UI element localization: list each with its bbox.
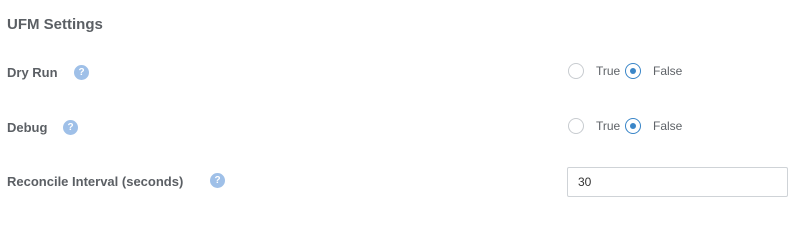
setting-row-dry-run: Dry Run ? True False [0, 62, 798, 92]
dry-run-false-radio[interactable] [625, 63, 641, 79]
debug-true-label: True [596, 119, 621, 133]
setting-row-debug: Debug ? True False [0, 117, 798, 147]
dry-run-label: Dry Run [7, 65, 58, 80]
debug-help-icon[interactable]: ? [63, 120, 78, 135]
debug-false-label: False [653, 119, 683, 133]
setting-row-reconcile-interval: Reconcile Interval (seconds) ? [0, 167, 798, 197]
dry-run-true-label: True [596, 64, 621, 78]
reconcile-interval-input[interactable] [567, 167, 788, 197]
reconcile-interval-label: Reconcile Interval (seconds) [7, 174, 184, 189]
reconcile-interval-help-icon[interactable]: ? [210, 173, 225, 188]
debug-false-radio[interactable] [625, 118, 641, 134]
debug-true-radio[interactable] [568, 118, 584, 134]
dry-run-false-label: False [653, 64, 683, 78]
dry-run-true-radio[interactable] [568, 63, 584, 79]
radio-selected-dot [630, 123, 636, 129]
section-title: UFM Settings [7, 16, 103, 33]
debug-label: Debug [7, 120, 48, 135]
dry-run-help-icon[interactable]: ? [74, 65, 89, 80]
radio-selected-dot [630, 68, 636, 74]
